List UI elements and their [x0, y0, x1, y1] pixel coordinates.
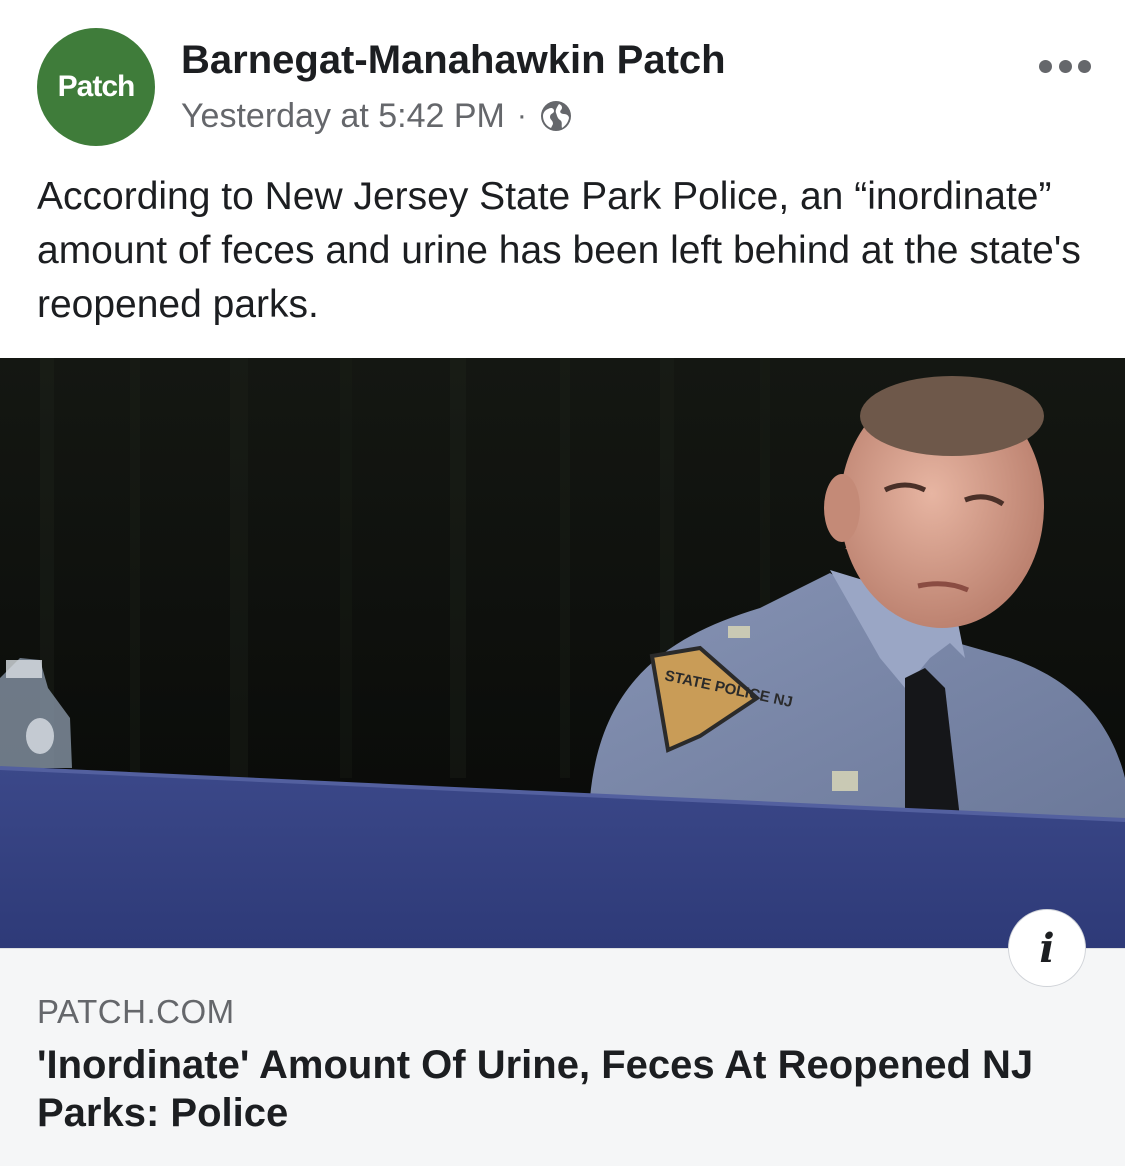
- post-header: Patch Barnegat-Manahawkin Patch Yesterda…: [0, 0, 1125, 160]
- meta-separator: ·: [516, 99, 527, 132]
- more-dot: [1039, 59, 1052, 73]
- post-timestamp[interactable]: Yesterday at 5:42 PM: [181, 97, 505, 136]
- link-headline[interactable]: 'Inordinate' Amount Of Urine, Feces At R…: [37, 1041, 1087, 1137]
- more-dot: [1058, 59, 1072, 73]
- link-domain: PATCH.COM: [37, 993, 235, 1030]
- link-preview-card[interactable]: PATCH.COM 'Inordinate' Amount Of Urine, …: [0, 948, 1125, 1166]
- globe-icon[interactable]: [539, 99, 573, 133]
- post-caption: According to New Jersey State Park Polic…: [37, 175, 1081, 326]
- page-avatar[interactable]: Patch: [37, 28, 155, 146]
- more-dot: [1078, 59, 1091, 73]
- link-preview-image[interactable]: STATE POLICE NJ: [0, 358, 1125, 948]
- avatar-logo-text: Patch: [57, 70, 136, 103]
- officer-photo: STATE POLICE NJ: [0, 358, 1125, 948]
- page-name-link[interactable]: Barnegat-Manahawkin Patch: [181, 38, 726, 83]
- more-options-icon[interactable]: [1039, 56, 1091, 76]
- info-icon[interactable]: i: [1008, 909, 1086, 987]
- post-meta: Yesterday at 5:42 PM ·: [181, 96, 573, 136]
